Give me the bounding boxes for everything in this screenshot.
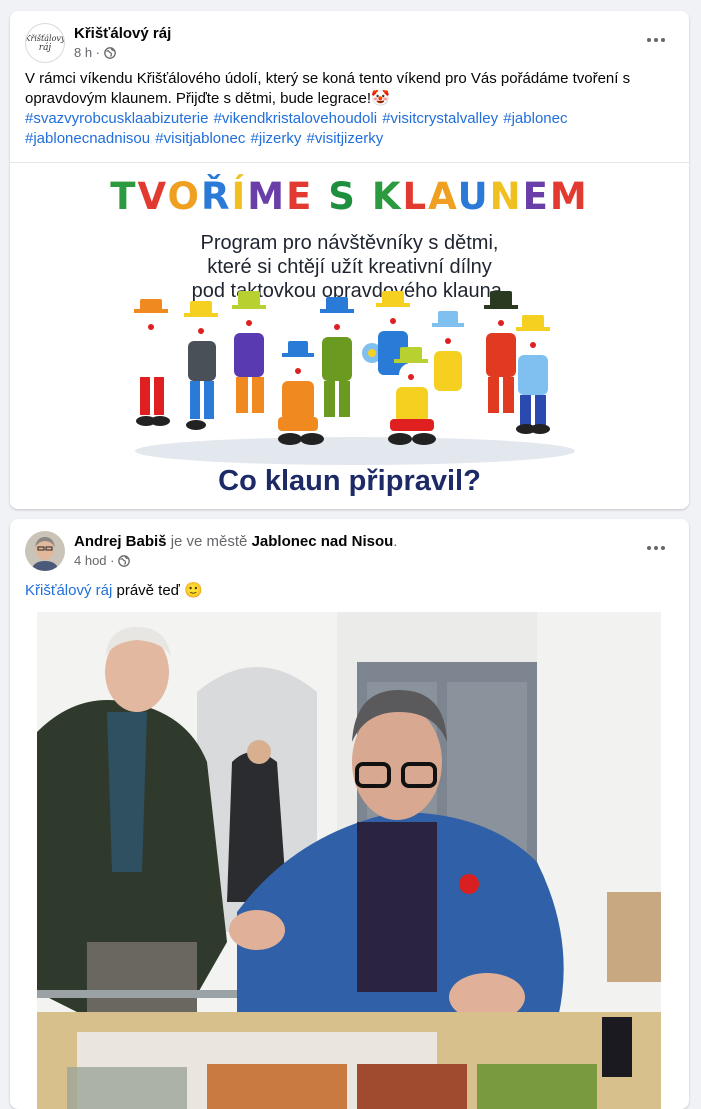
post-image[interactable]: TVOŘÍME S KLAUNEM Program pro návštěvník… <box>10 162 689 509</box>
title-letter <box>313 175 328 218</box>
title-letter: U <box>457 175 490 218</box>
hashtag-link[interactable]: #jizerky <box>251 130 302 147</box>
avatar-logo-text: ráj <box>38 42 52 53</box>
title-letter: N <box>489 175 523 218</box>
post-card: Křišťálový ráj Křišťálový ráj 8 h · V rá… <box>10 11 689 509</box>
title-letter: E <box>522 175 550 218</box>
globe-icon <box>118 554 131 567</box>
hashtag-link[interactable]: #svazvyrobcusklaabizuterie <box>25 110 208 127</box>
image-subtitle-line: které si chtějí užít kreativní dílny <box>207 256 492 278</box>
post-time[interactable]: 4 hod · <box>74 553 114 568</box>
post-meta: 4 hod · <box>74 553 131 568</box>
post-card: Andrej Babiš je ve městě Jablonec nad Ni… <box>10 519 689 1109</box>
title-letter <box>357 175 372 218</box>
image-footer: Co klaun připravil? <box>218 465 481 497</box>
title-letter: M <box>247 175 287 218</box>
more-options-button[interactable] <box>645 543 667 553</box>
hashtag-list: #svazvyrobcusklaabizuterie #vikendkrista… <box>25 110 567 147</box>
location-suffix: . <box>393 533 398 550</box>
hashtag-link[interactable]: #visitjizerky <box>307 130 384 147</box>
hashtag-link[interactable]: #jablonec <box>503 110 567 127</box>
title-letter: V <box>137 175 168 218</box>
globe-icon <box>104 46 116 59</box>
post-author[interactable]: Křišťálový ráj <box>74 25 171 42</box>
title-letter: Í <box>231 175 248 218</box>
title-letter: M <box>549 175 589 218</box>
title-letter: S <box>328 175 357 218</box>
image-subtitle-line: Program pro návštěvníky s dětmi, <box>200 232 499 254</box>
glass-clowns-illustration <box>134 291 575 465</box>
location-link[interactable]: Jablonec nad Nisou <box>252 533 394 550</box>
hashtag-link[interactable]: #jablonecnadnisou <box>25 130 150 147</box>
location-prefix: je ve městě <box>170 533 248 550</box>
post-author[interactable]: Andrej Babiš <box>74 533 167 550</box>
post-text-block: Křišťálový ráj právě teď 🙂 <box>25 581 674 601</box>
page-avatar[interactable]: Křišťálový ráj <box>25 23 65 63</box>
mention-link[interactable]: Křišťálový ráj <box>25 582 112 599</box>
title-letter: A <box>428 175 458 218</box>
title-letter: Ř <box>201 175 232 218</box>
post-text-block: V rámci víkendu Křišťálového údolí, kter… <box>25 69 674 149</box>
profile-avatar[interactable] <box>25 531 65 571</box>
title-letter: O <box>167 175 201 218</box>
hashtag-link[interactable]: #vikendkristalovehoudoli <box>214 110 377 127</box>
image-title: TVOŘÍME S KLAUNEM <box>10 175 689 218</box>
post-meta: 8 h · <box>74 45 116 60</box>
title-letter: L <box>402 175 429 218</box>
avatar-logo-text: Křišťálový <box>25 33 65 43</box>
title-letter: K <box>371 175 403 218</box>
hashtag-link[interactable]: #visitcrystalvalley <box>382 110 498 127</box>
photo-workshop-scene <box>37 612 661 1109</box>
post-time[interactable]: 8 h · <box>74 45 100 60</box>
title-letter: E <box>286 175 314 218</box>
post-text: právě teď 🙂 <box>112 582 203 599</box>
post-photo[interactable] <box>37 612 661 1109</box>
post-text: V rámci víkendu Křišťálového údolí, kter… <box>25 70 631 107</box>
post-author-line: Andrej Babiš je ve městě Jablonec nad Ni… <box>74 533 397 550</box>
more-options-button[interactable] <box>645 35 667 45</box>
title-letter: T <box>110 175 138 218</box>
hashtag-link[interactable]: #visitjablonec <box>155 130 245 147</box>
